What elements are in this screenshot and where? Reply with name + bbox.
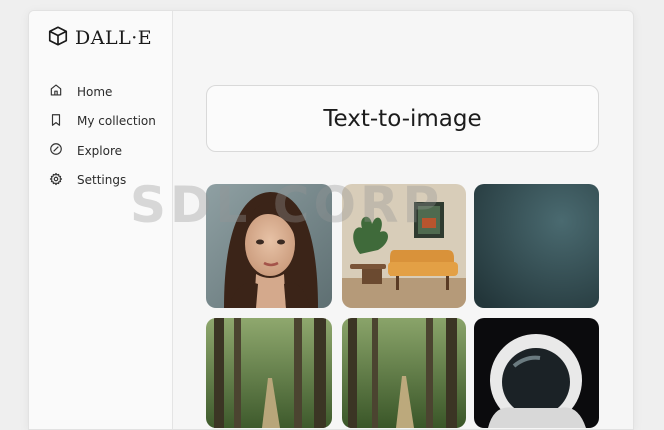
sidebar-item-label: Home (77, 84, 113, 99)
sidebar-item-settings[interactable]: Settings (49, 166, 156, 196)
gallery-image-armchair[interactable] (342, 184, 466, 308)
sidebar-item-my-collection[interactable]: My collection (49, 107, 156, 137)
bookmark-icon (49, 113, 63, 130)
gallery-image-astronaut[interactable] (474, 318, 599, 428)
prompt-title: Text-to-image (323, 105, 482, 132)
sidebar-item-label: Explore (77, 143, 123, 158)
sidebar-item-explore[interactable]: Explore (49, 136, 156, 166)
sidebar-item-label: Settings (77, 173, 127, 188)
gallery-image-forest-path[interactable] (206, 318, 332, 428)
main-content: Text-to-image (174, 11, 633, 429)
sidebar-item-label: My collection (77, 114, 156, 129)
gallery-image-teal-gradient[interactable] (474, 184, 599, 308)
app-name: DALL·E (75, 27, 153, 49)
gear-icon (49, 172, 63, 189)
brand[interactable]: DALL·E (47, 25, 152, 51)
app-window: DALL·E Home My collection Explore Settin… (28, 10, 634, 430)
gallery-image-forest-path[interactable] (342, 318, 466, 428)
cube-icon (47, 25, 69, 51)
sidebar: DALL·E Home My collection Explore Settin… (29, 11, 173, 429)
sidebar-nav: Home My collection Explore Settings (49, 77, 156, 195)
home-icon (49, 83, 63, 100)
compass-icon (49, 142, 63, 159)
gallery-image-portrait[interactable] (206, 184, 332, 308)
sidebar-item-home[interactable]: Home (49, 77, 156, 107)
text-to-image-prompt[interactable]: Text-to-image (206, 85, 599, 152)
